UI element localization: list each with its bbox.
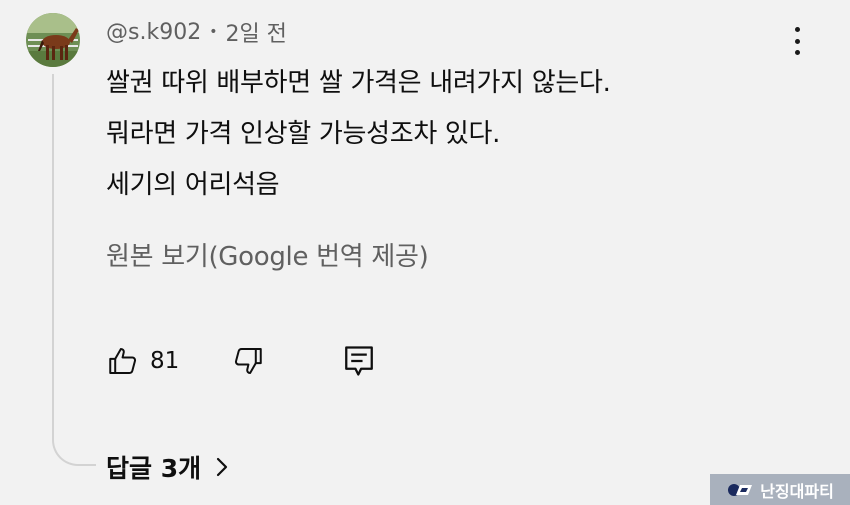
thumb-down-icon bbox=[234, 347, 262, 375]
reply-button[interactable] bbox=[343, 343, 375, 379]
comment-icon bbox=[345, 346, 373, 376]
author-name[interactable]: @s.k902 bbox=[106, 20, 201, 45]
comment-text-line-1: 쌀권 따위 배부하면 쌀 가격은 내려가지 않는다. bbox=[106, 68, 611, 98]
like-count: 81 bbox=[150, 348, 180, 374]
dislike-button[interactable] bbox=[231, 343, 265, 379]
view-replies-button[interactable]: 답글 3개 bbox=[106, 449, 229, 485]
header-separator: • bbox=[209, 24, 218, 40]
thread-line bbox=[52, 74, 96, 466]
timestamp[interactable]: 2일 전 bbox=[225, 16, 286, 48]
comment-text-line-2: 뭐라면 가격 인상할 가능성조차 있다. bbox=[106, 119, 501, 149]
chevron-right-icon bbox=[217, 457, 228, 477]
avatar[interactable] bbox=[26, 13, 80, 67]
comment-text-line-3: 세기의 어리석음 bbox=[106, 170, 280, 200]
horse-avatar-image bbox=[26, 13, 80, 67]
comment-header: @s.k902 • 2일 전 bbox=[106, 16, 287, 48]
like-button[interactable]: 81 bbox=[106, 343, 179, 379]
thumb-up-icon bbox=[109, 347, 137, 375]
replies-label: 답글 3개 bbox=[106, 454, 202, 483]
watermark: 난징대파티 bbox=[710, 474, 850, 505]
see-original-link[interactable]: 원본 보기(Google 번역 제공) bbox=[106, 236, 429, 273]
watermark-text: 난징대파티 bbox=[760, 481, 834, 501]
more-vert-icon[interactable] bbox=[783, 24, 811, 58]
watermark-logo-icon bbox=[728, 483, 753, 496]
